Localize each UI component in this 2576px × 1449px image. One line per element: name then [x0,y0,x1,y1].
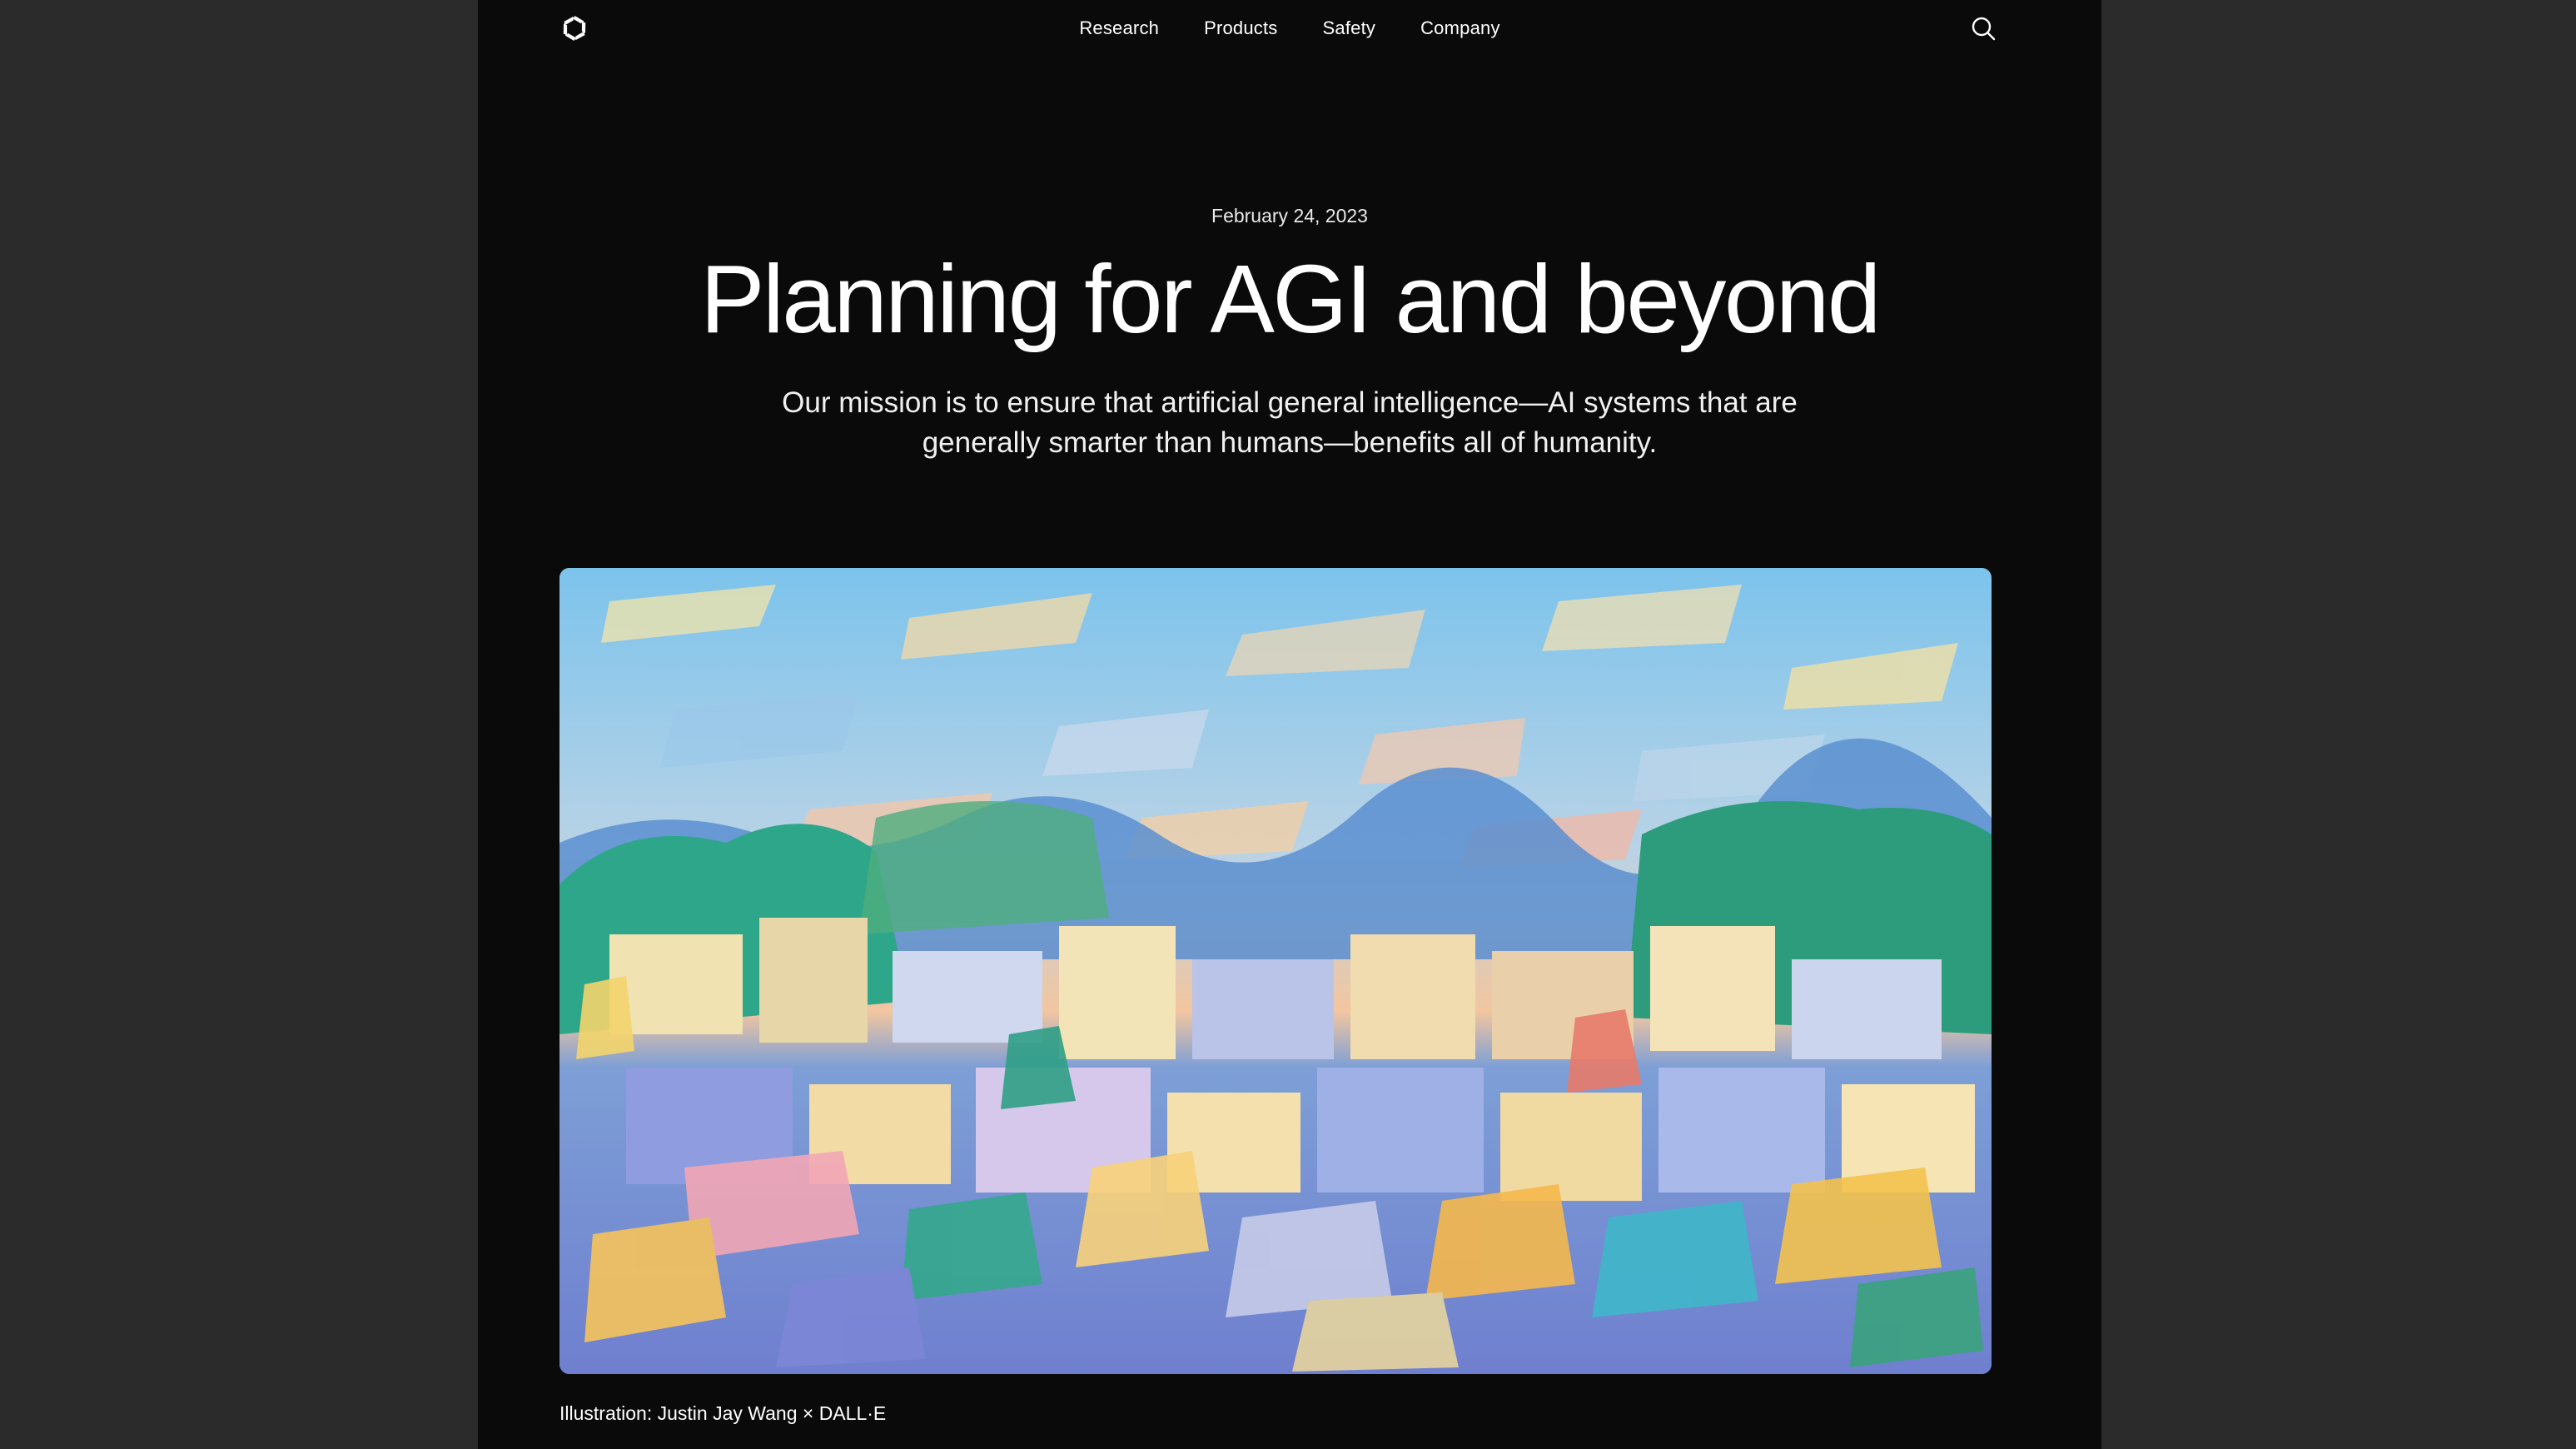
nav-link-research[interactable]: Research [1079,17,1159,39]
top-navigation: Research Products Safety Company [478,0,2101,57]
nav-link-company[interactable]: Company [1420,17,1500,39]
search-icon[interactable] [1968,13,1998,43]
page-title: Planning for AGI and beyond [700,245,1881,353]
article-page: Research Products Safety Company Februar… [478,0,2101,1449]
illustration-caption: Illustration: Justin Jay Wang × DALL·E [559,1402,887,1424]
article-subtitle: Our mission is to ensure that artificial… [782,386,1798,459]
article-date: February 24, 2023 [1211,205,1368,227]
nav-link-products[interactable]: Products [1204,17,1277,39]
nav-links: Research Products Safety Company [478,0,2101,57]
nav-link-safety[interactable]: Safety [1323,17,1376,39]
hero-illustration [559,568,1992,1374]
